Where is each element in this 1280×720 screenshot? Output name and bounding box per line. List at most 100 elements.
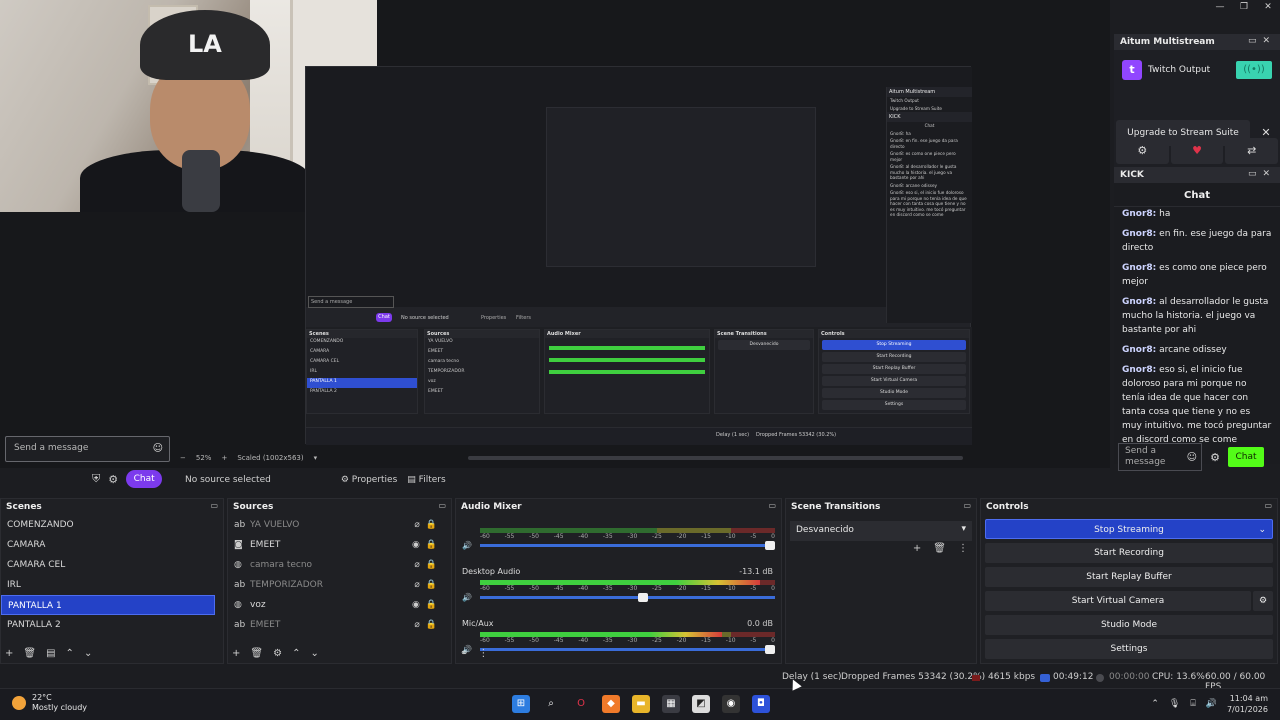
opera-icon[interactable]: O	[572, 695, 590, 713]
link-icon[interactable]: ⚭	[460, 648, 468, 659]
source-item[interactable]: ◙ EMEET ◉🔒	[228, 535, 451, 555]
chevron-down-icon[interactable]: ⌄	[1258, 520, 1266, 540]
gear-icon[interactable]: ⚙	[273, 648, 282, 659]
maximize-button[interactable]: ❐	[1232, 0, 1256, 14]
share-icon[interactable]: ⇄	[1225, 138, 1279, 164]
stop-streaming-button[interactable]: Stop Streaming ⌄	[985, 519, 1273, 539]
game-icon[interactable]: ◩	[692, 695, 710, 713]
close-button[interactable]: ✕	[1256, 0, 1280, 14]
speaker-icon[interactable]: 🔊	[1206, 699, 1217, 709]
chevron-up-icon[interactable]: ⌃	[66, 648, 74, 659]
gear-icon[interactable]: ⚙	[1116, 138, 1169, 164]
network-icon[interactable]: ⌸	[1190, 699, 1195, 709]
search-icon[interactable]: ⌕	[542, 695, 560, 713]
undock-icon[interactable]: ▭	[1264, 501, 1272, 510]
dock-controls[interactable]: ▭✕	[1248, 36, 1276, 46]
scale-mode[interactable]: Scaled (1002x563)	[237, 454, 303, 462]
source-item[interactable]: ab YA VUELVO ⌀🔒	[228, 515, 451, 535]
scene-item-selected[interactable]: PANTALLA 1	[1, 595, 215, 615]
speaker-icon[interactable]: 🔊	[462, 593, 472, 602]
filters-button[interactable]: ▤ Filters	[407, 475, 445, 485]
kick-message-input[interactable]: Send a message ☺	[1118, 443, 1202, 471]
obs-icon[interactable]: ◉	[722, 695, 740, 713]
minimize-button[interactable]: —	[1208, 0, 1232, 14]
studio-mode-button[interactable]: Studio Mode	[985, 615, 1273, 635]
discord-icon[interactable]: ◘	[752, 695, 770, 713]
transition-select[interactable]: Desvanecido ▾	[790, 521, 972, 541]
source-item[interactable]: ab EMEET ⌀🔒	[228, 615, 451, 635]
scene-item[interactable]: PANTALLA 2	[1, 615, 223, 635]
preview-canvas[interactable]: LA Send a message Chat No source selecte…	[0, 0, 1110, 468]
folder-icon[interactable]: ▬	[632, 695, 650, 713]
settings-button[interactable]: Settings	[985, 639, 1273, 659]
chat-message-list[interactable]: Gnor8: ha Gnor8: en fin. ese juego da pa…	[1114, 207, 1280, 445]
eye-hidden-icon[interactable]: ⌀🔒	[414, 620, 443, 630]
volume-slider[interactable]	[480, 593, 775, 602]
preview-scrollbar[interactable]	[468, 456, 963, 460]
clock[interactable]: 11:04 am 7/01/2026	[1227, 693, 1268, 715]
chevron-down-icon[interactable]: ⌄	[84, 648, 92, 659]
twitch-output-toggle[interactable]: ((•))	[1236, 61, 1272, 79]
add-icon[interactable]: +	[232, 648, 240, 659]
trash-icon[interactable]: 🗑	[933, 543, 946, 554]
undock-icon[interactable]: ▭	[438, 501, 446, 510]
scene-item[interactable]: COMENZANDO	[1, 515, 223, 535]
properties-button[interactable]: ⚙ Properties	[341, 475, 397, 485]
channel-label: Desktop Audio -13.1 dB	[462, 567, 773, 576]
heart-icon[interactable]: ♥	[1170, 138, 1224, 164]
speaker-icon[interactable]: 🔊	[462, 541, 472, 550]
store-icon[interactable]: ▦	[662, 695, 680, 713]
emoji-icon[interactable]: ☺	[1187, 452, 1197, 463]
windows-start-icon[interactable]: ⊞	[512, 695, 530, 713]
source-item[interactable]: ab TEMPORIZADOR ⌀🔒	[228, 575, 451, 595]
volume-slider[interactable]	[480, 645, 775, 654]
shield-icon[interactable]: ⛨	[92, 472, 100, 486]
chat-message-input[interactable]: Send a message ☺	[5, 436, 170, 462]
kick-chat-button[interactable]: Chat	[1228, 447, 1264, 467]
zoom-out-button[interactable]: −	[180, 454, 186, 462]
undock-icon[interactable]: ▭	[768, 501, 776, 510]
source-item[interactable]: ◍ camara tecno ⌀🔒	[228, 555, 451, 575]
multistream-actions: ⚙ ♥ ⇄	[1116, 138, 1279, 164]
emoji-icon[interactable]: ☺	[153, 443, 163, 454]
mic-icon[interactable]: 🎙	[1169, 699, 1180, 709]
eye-hidden-icon[interactable]: ⌀🔒	[414, 560, 443, 570]
eye-icon[interactable]: ◉🔒	[412, 540, 443, 550]
zoom-in-button[interactable]: +	[221, 454, 227, 462]
start-recording-button[interactable]: Start Recording	[985, 543, 1273, 563]
start-replay-buffer-button[interactable]: Start Replay Buffer	[985, 567, 1273, 587]
filter-icon[interactable]: ▤	[46, 648, 55, 659]
gear-icon[interactable]: ⚙	[1208, 451, 1222, 464]
volume-slider[interactable]	[480, 541, 775, 550]
chevron-up-icon[interactable]: ⌃	[292, 648, 300, 659]
source-item[interactable]: ◍ voz ◉🔒	[228, 595, 451, 615]
chevron-down-icon[interactable]: ▾	[314, 454, 318, 462]
chat-button[interactable]: Chat	[126, 470, 163, 488]
scene-item[interactable]: CAMARA CEL	[1, 555, 223, 575]
app-icon[interactable]: ◆	[602, 695, 620, 713]
volume-knob[interactable]	[765, 645, 775, 654]
eye-hidden-icon[interactable]: ⌀🔒	[414, 520, 443, 530]
add-icon[interactable]: +	[913, 543, 921, 554]
dock-controls[interactable]: ▭✕	[1248, 169, 1276, 179]
undock-icon[interactable]: ▭	[963, 501, 971, 510]
trash-icon[interactable]: 🗑	[23, 648, 36, 659]
gear-icon[interactable]: ⚙	[1253, 591, 1273, 611]
chevron-down-icon[interactable]: ⌄	[310, 648, 318, 659]
gear-icon[interactable]: ⚙	[108, 473, 118, 486]
volume-knob[interactable]	[765, 541, 775, 550]
add-icon[interactable]: +	[5, 648, 13, 659]
trash-icon[interactable]: 🗑	[250, 648, 263, 659]
volume-knob[interactable]	[638, 593, 649, 602]
menu-icon[interactable]: ⋮	[958, 543, 968, 554]
eye-hidden-icon[interactable]: ⌀🔒	[414, 580, 443, 590]
scene-item[interactable]: CAMARA	[1, 535, 223, 555]
scene-item[interactable]: IRL	[1, 575, 223, 595]
menu-icon[interactable]: ⋮	[478, 648, 488, 659]
weather-widget[interactable]: 22°C Mostly cloudy	[12, 693, 87, 713]
mini-no-source: No source selected	[401, 315, 449, 321]
undock-icon[interactable]: ▭	[210, 501, 218, 510]
chevron-up-icon[interactable]: ⌃	[1151, 699, 1159, 709]
start-virtual-camera-button[interactable]: Start Virtual Camera	[985, 591, 1251, 611]
eye-icon[interactable]: ◉🔒	[412, 600, 443, 610]
